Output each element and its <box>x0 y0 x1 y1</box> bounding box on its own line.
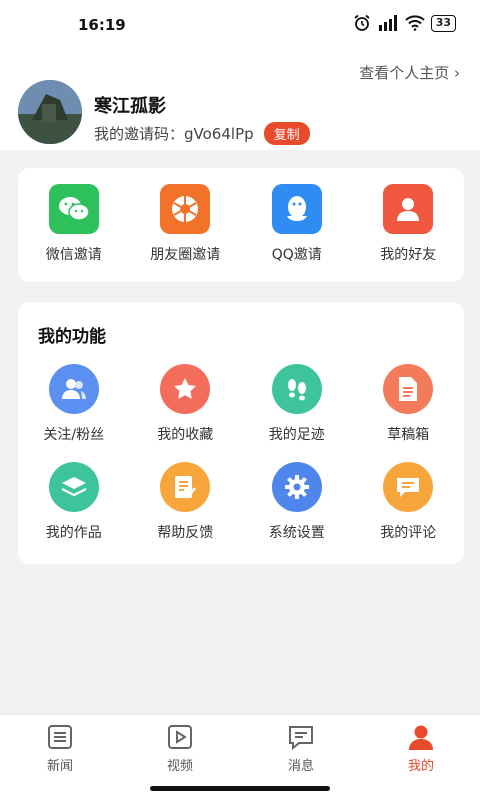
my-favorites[interactable]: 我的收藏 <box>130 364 242 444</box>
tab-message-label: 消息 <box>287 759 314 774</box>
functions-row-1: 关注/粉丝 我的收藏 我的足迹 草稿箱 <box>18 364 464 444</box>
my-friends-label: 我的好友 <box>380 247 437 263</box>
invite-code-label: 我的邀请码： <box>94 125 185 143</box>
moments-icon <box>160 184 211 234</box>
layers-icon <box>48 462 99 512</box>
message-icon <box>289 726 313 751</box>
my-comments[interactable]: 我的评论 <box>353 462 465 542</box>
invite-code-row: 我的邀请码： gVo64lPp 复制 <box>94 122 310 145</box>
wifi-icon <box>404 15 425 31</box>
system-settings-label: 系统设置 <box>268 525 325 541</box>
comment-icon <box>383 462 434 512</box>
tab-news[interactable]: 新闻 <box>30 723 90 774</box>
invite-card: 微信邀请 朋友圈邀请 QQ邀请 我的好友 <box>18 168 464 282</box>
my-footprints[interactable]: 我的足迹 <box>241 364 353 444</box>
invite-moments[interactable]: 朋友圈邀请 <box>130 184 242 264</box>
profile-icon <box>409 725 433 750</box>
avatar-image <box>18 80 82 144</box>
signal-icon <box>378 15 397 31</box>
my-comments-label: 我的评论 <box>380 525 437 541</box>
qq-icon <box>271 184 322 234</box>
my-footprints-label: 我的足迹 <box>268 427 325 443</box>
star-icon <box>160 364 211 414</box>
follow-fans-label: 关注/粉丝 <box>43 427 105 443</box>
friend-icon <box>383 184 434 234</box>
avatar[interactable] <box>18 80 82 144</box>
follow-fans[interactable]: 关注/粉丝 <box>18 364 130 444</box>
tab-video[interactable]: 视频 <box>150 723 210 774</box>
profile-header: 查看个人主页 › 寒江孤影 我的邀请码： gVo64lPp 复制 <box>0 52 480 150</box>
view-home-link[interactable]: 查看个人主页 › <box>359 62 460 83</box>
tab-mine[interactable]: 我的 <box>391 723 451 774</box>
status-time: 16:19 <box>78 16 126 34</box>
status-bar: 16:19 33 <box>0 0 480 52</box>
invite-wechat-label: 微信邀请 <box>45 247 102 263</box>
drafts-label: 草稿箱 <box>387 427 430 443</box>
invite-code-value: gVo64lPp <box>184 124 254 143</box>
wechat-icon <box>48 184 99 234</box>
alarm-icon <box>354 14 370 31</box>
invite-moments-label: 朋友圈邀请 <box>150 247 221 263</box>
tab-message[interactable]: 消息 <box>271 723 331 774</box>
feedback-icon <box>160 462 211 512</box>
tab-mine-label: 我的 <box>407 759 434 774</box>
users-icon <box>48 364 99 414</box>
username: 寒江孤影 <box>94 96 166 117</box>
functions-card: 我的功能 关注/粉丝 我的收藏 我的足迹 草稿箱 我的作品 帮助反馈 系统设置 … <box>18 302 464 564</box>
news-icon <box>48 725 72 749</box>
tab-news-label: 新闻 <box>46 759 73 774</box>
my-works-label: 我的作品 <box>45 525 102 541</box>
footprint-icon <box>271 364 322 414</box>
draft-icon <box>383 364 434 414</box>
functions-row-2: 我的作品 帮助反馈 系统设置 我的评论 <box>18 462 464 542</box>
help-feedback[interactable]: 帮助反馈 <box>130 462 242 542</box>
home-indicator[interactable] <box>150 786 330 791</box>
tab-video-label: 视频 <box>166 759 193 774</box>
view-home-label: 查看个人主页 <box>359 64 450 82</box>
battery-indicator: 33 <box>430 14 456 32</box>
invite-qq[interactable]: QQ邀请 <box>241 184 353 264</box>
invite-grid: 微信邀请 朋友圈邀请 QQ邀请 我的好友 <box>18 184 464 264</box>
copy-button[interactable]: 复制 <box>263 122 310 145</box>
help-feedback-label: 帮助反馈 <box>157 525 214 541</box>
status-icons: 33 <box>353 14 456 32</box>
video-icon <box>168 725 192 749</box>
my-friends[interactable]: 我的好友 <box>353 184 465 264</box>
my-favorites-label: 我的收藏 <box>157 427 214 443</box>
invite-qq-label: QQ邀请 <box>271 247 322 263</box>
functions-title: 我的功能 <box>38 327 106 347</box>
gear-icon <box>271 462 322 512</box>
invite-wechat[interactable]: 微信邀请 <box>18 184 130 264</box>
system-settings[interactable]: 系统设置 <box>241 462 353 542</box>
drafts[interactable]: 草稿箱 <box>353 364 465 444</box>
chevron-right-icon: › <box>454 64 460 82</box>
my-works[interactable]: 我的作品 <box>18 462 130 542</box>
